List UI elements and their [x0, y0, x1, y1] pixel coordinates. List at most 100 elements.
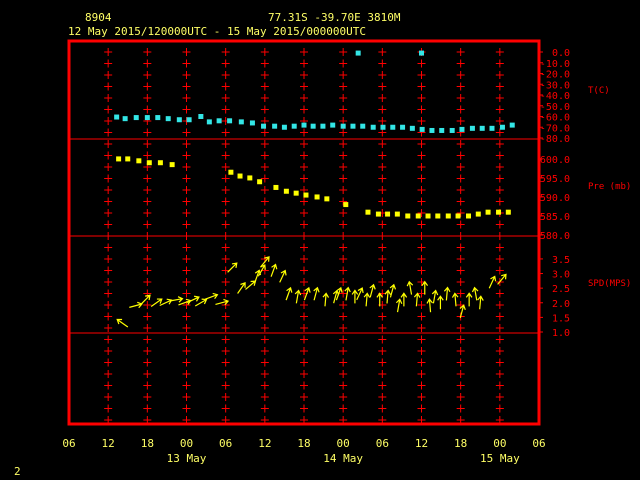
grid-cross	[378, 232, 387, 240]
pressure-point	[445, 213, 451, 219]
grid-cross	[417, 381, 426, 390]
x-tick-label: 12	[415, 437, 428, 450]
y-tick-label: -40.0	[540, 91, 570, 102]
grid-cross	[456, 186, 465, 194]
x-tick-label: 06	[62, 437, 75, 450]
grid-cross	[339, 266, 348, 275]
temperature-point	[301, 122, 307, 128]
x-tick-label: 06	[376, 437, 389, 450]
wind-arrow	[431, 289, 439, 304]
grid-cross	[378, 324, 387, 332]
grid-cross	[182, 358, 191, 367]
grid-cross	[300, 324, 308, 332]
temperature-point	[449, 127, 455, 133]
station-id: 8904	[85, 11, 112, 24]
temperature-point	[238, 119, 244, 125]
temperature-point	[216, 118, 222, 124]
grid-cross	[143, 82, 152, 91]
temperature-point	[370, 124, 376, 130]
temperature-point	[133, 115, 139, 121]
grid-cross	[456, 347, 465, 355]
grid-cross	[104, 71, 113, 79]
grid-cross	[300, 140, 308, 148]
grid-cross	[417, 105, 426, 114]
wind-arrow	[294, 289, 302, 304]
grid-cross	[143, 324, 152, 332]
grid-cross	[260, 381, 269, 390]
grid-cross	[456, 151, 465, 160]
grid-cross	[456, 232, 465, 240]
wind-arrow	[270, 263, 278, 277]
grid-cross	[378, 404, 387, 413]
grid-cross	[104, 301, 113, 309]
grid-cross	[260, 209, 269, 217]
grid-cross	[104, 404, 113, 413]
grid-cross	[143, 381, 152, 390]
temperature-point	[479, 125, 485, 131]
grid-cross	[260, 220, 269, 229]
grid-cross	[417, 117, 426, 125]
grid-cross	[221, 151, 230, 160]
grid-cross	[143, 48, 152, 56]
temperature-point	[355, 50, 361, 56]
x-date-label: 15 May	[480, 452, 520, 465]
pressure-point	[283, 188, 289, 194]
grid-cross	[417, 140, 426, 148]
grid-cross	[495, 312, 504, 321]
grid-cross	[378, 140, 387, 148]
x-tick-label: 00	[180, 437, 193, 450]
grid-cross	[182, 128, 191, 137]
pressure-point	[228, 169, 234, 175]
y-tick-label: -30.0	[540, 80, 570, 91]
grid-cross	[417, 347, 426, 355]
grid-cross	[300, 335, 308, 344]
grid-cross	[378, 335, 387, 344]
grid-cross	[495, 48, 504, 56]
grid-cross	[378, 48, 387, 56]
wind-arrow	[406, 280, 414, 295]
grid-cross	[182, 151, 191, 160]
grid-cross	[495, 151, 504, 160]
grid-cross	[104, 232, 113, 240]
grid-cross	[495, 358, 504, 367]
grid-cross	[221, 186, 230, 194]
wind-arrow	[129, 301, 143, 309]
grid-cross	[221, 140, 230, 148]
grid-cross	[339, 209, 348, 217]
temperature-point	[176, 117, 182, 123]
grid-cross	[182, 347, 191, 355]
grid-cross	[456, 404, 465, 413]
grid-cross	[143, 186, 152, 194]
grid-cross	[143, 370, 152, 378]
x-tick-label: 18	[297, 437, 310, 450]
pressure-point	[485, 209, 491, 215]
grid-cross	[417, 186, 426, 194]
grid-cross	[417, 312, 426, 321]
y-tick-label: 585.0	[540, 212, 570, 223]
grid-cross	[143, 140, 152, 148]
pressure-series	[116, 156, 511, 219]
grid-cross	[221, 59, 230, 68]
grid-cross	[143, 312, 152, 321]
grid-cross	[182, 243, 191, 252]
grid-cross	[221, 255, 230, 263]
wind-arrow	[426, 298, 434, 313]
grid-cross	[143, 232, 152, 240]
grid-cross	[456, 82, 465, 91]
x-tick-label: 00	[337, 437, 350, 450]
grid-cross	[456, 94, 465, 102]
pressure-point	[496, 209, 502, 215]
temperature-point	[227, 118, 233, 124]
wind-arrow	[389, 283, 397, 298]
grid-cross	[300, 301, 308, 309]
grid-cross	[182, 312, 191, 321]
grid-cross	[378, 117, 387, 125]
grid-cross	[495, 370, 504, 378]
grid-cross	[456, 59, 465, 68]
grid-cross	[260, 48, 269, 56]
grid-cross	[221, 347, 230, 355]
grid-cross	[143, 266, 152, 275]
grid-cross	[143, 243, 152, 252]
grid-cross	[456, 140, 465, 148]
grid-cross	[456, 266, 465, 275]
